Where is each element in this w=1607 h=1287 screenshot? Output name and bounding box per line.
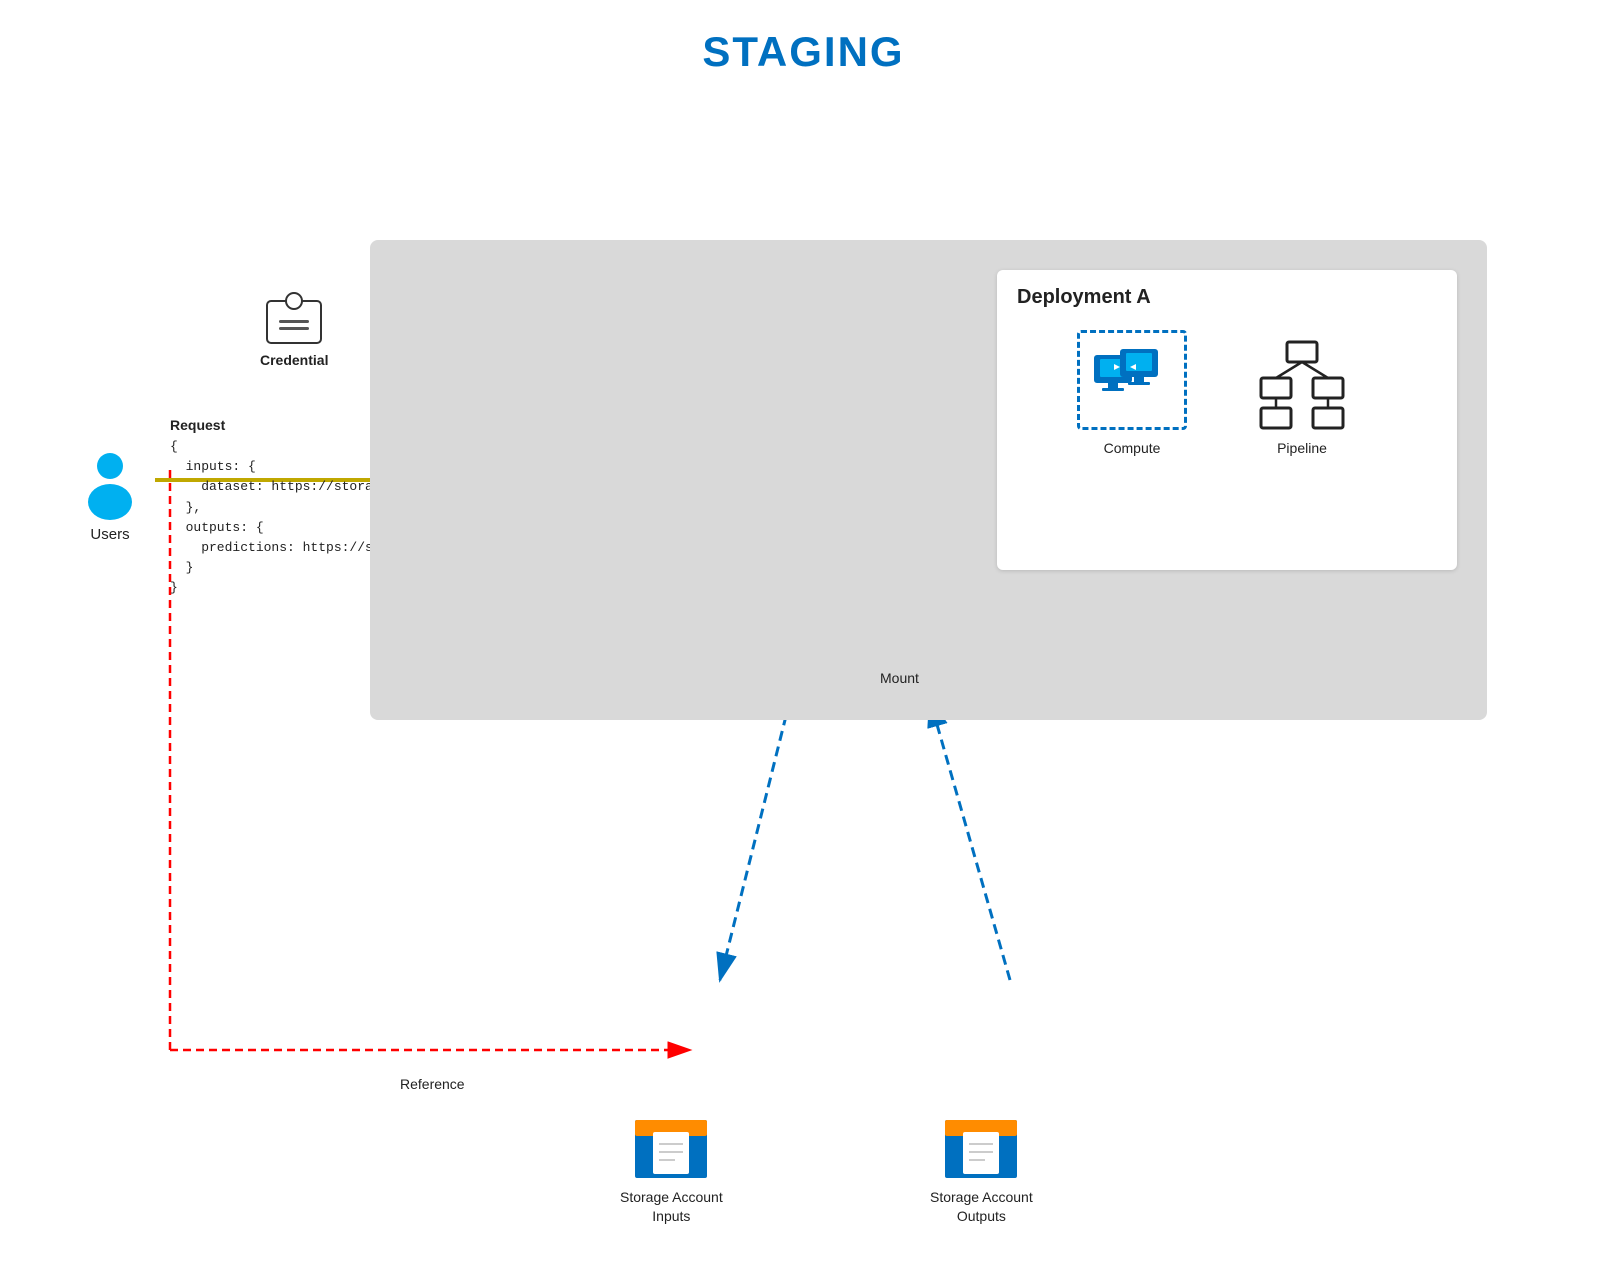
storage-inputs-svg <box>631 1104 711 1184</box>
request-line-6: } <box>170 560 193 575</box>
storage-outputs-svg <box>941 1104 1021 1184</box>
page-title: STAGING <box>0 0 1607 76</box>
request-line-0: { <box>170 439 178 454</box>
request-label: Request <box>170 417 225 433</box>
request-line-7: } <box>170 580 178 595</box>
credential-icon: Credential <box>260 300 328 368</box>
request-line-3: }, <box>170 500 201 515</box>
pipeline-svg <box>1257 340 1347 430</box>
pipeline-label: Pipeline <box>1277 440 1327 456</box>
pipeline-icon: Pipeline <box>1257 340 1347 456</box>
users-icon: Users <box>80 450 140 543</box>
deployment-container: Deployment A <box>370 240 1487 720</box>
storage-inputs-label: Storage Account Inputs <box>620 1188 723 1227</box>
credential-label: Credential <box>260 352 328 368</box>
deployment-a-title: Deployment A <box>997 270 1457 317</box>
diagram-area: Users Credential Request { inputs: { dat… <box>60 160 1547 1247</box>
reference-label: Reference <box>400 1076 465 1092</box>
compute-icon: Compute <box>1077 330 1187 456</box>
storage-outputs-icon: Storage Account Outputs <box>930 1104 1033 1227</box>
user-figure <box>80 450 140 522</box>
deployment-a-box: Deployment A <box>997 270 1457 570</box>
credential-card <box>266 300 322 344</box>
mount-label: Mount <box>880 670 919 686</box>
request-line-4: outputs: { <box>170 520 264 535</box>
compute-dashed-box <box>1077 330 1187 430</box>
storage-inputs-icon: Storage Account Inputs <box>620 1104 723 1227</box>
compute-svg <box>1092 345 1172 415</box>
users-label: Users <box>90 526 129 543</box>
request-line-1: inputs: { <box>170 459 256 474</box>
compute-label: Compute <box>1104 440 1161 456</box>
storage-outputs-label: Storage Account Outputs <box>930 1188 1033 1227</box>
